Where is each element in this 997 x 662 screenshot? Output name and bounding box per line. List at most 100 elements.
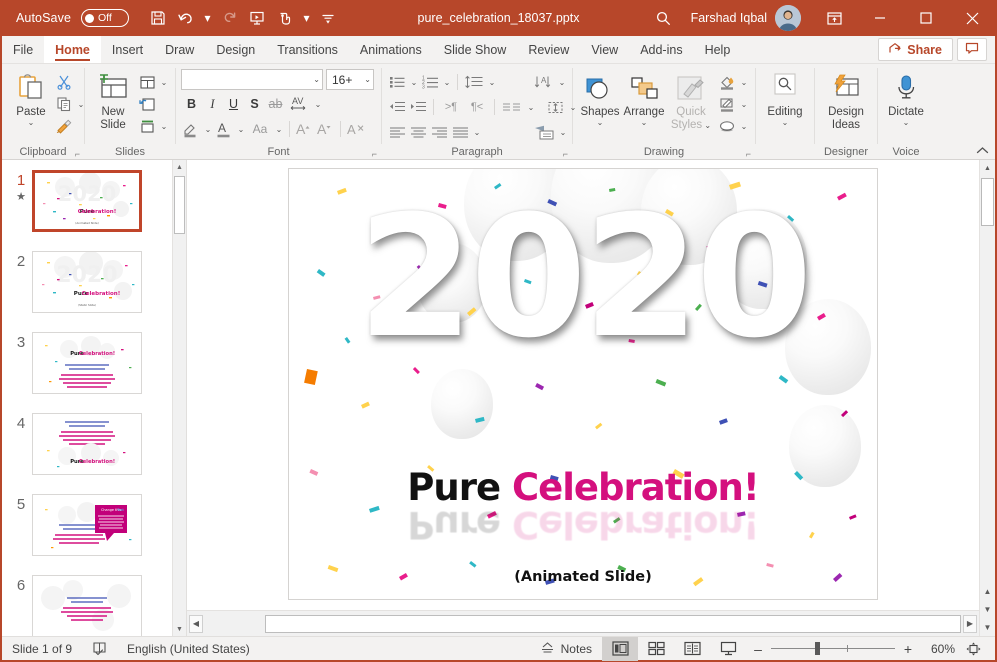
start-from-beginning-icon[interactable] xyxy=(244,6,270,30)
paragraph-dialog-launcher[interactable]: ⌐ xyxy=(563,149,568,159)
arrange-chevron-down-icon[interactable]: ⌄ xyxy=(641,119,648,127)
zoom-in-button[interactable]: + xyxy=(902,641,914,657)
quick-styles-chevron-down-icon[interactable]: ⌄ xyxy=(702,121,711,130)
format-painter-button[interactable] xyxy=(53,115,75,137)
justify-button[interactable] xyxy=(450,122,471,143)
text-shadow-button[interactable]: S xyxy=(244,94,265,115)
thumbnail-scroll-down-button[interactable]: ▼ xyxy=(173,622,186,636)
numbering-chevron-down-icon[interactable]: ⌄ xyxy=(441,71,453,93)
clipboard-dialog-launcher[interactable]: ⌐ xyxy=(75,149,80,159)
convert-to-smartart-button[interactable] xyxy=(531,122,557,143)
close-button[interactable] xyxy=(949,0,995,36)
layout-button[interactable] xyxy=(136,71,158,93)
current-slide[interactable]: 2020 Pure Celebration! Pure Celebration!… xyxy=(288,168,878,600)
font-name-chevron-down-icon[interactable]: ⌄ xyxy=(313,76,320,84)
font-size-chevron-down-icon[interactable]: ⌄ xyxy=(364,76,371,84)
horizontal-scrollbar-thumb[interactable] xyxy=(265,615,961,633)
tab-review[interactable]: Review xyxy=(517,36,580,63)
slide-sorter-view-button[interactable] xyxy=(638,637,674,661)
avatar[interactable] xyxy=(775,5,801,31)
ribbon-display-options-button[interactable] xyxy=(811,0,857,36)
layout-chevron-down-icon[interactable]: ⌄ xyxy=(158,71,170,93)
horizontal-scroll-track[interactable] xyxy=(205,615,961,633)
align-text-button[interactable] xyxy=(543,97,567,118)
change-case-button[interactable]: Aa xyxy=(247,119,273,140)
change-case-chevron-down-icon[interactable]: ⌄ xyxy=(273,118,285,140)
strikethrough-button[interactable]: ab xyxy=(265,94,286,115)
character-spacing-button[interactable]: AV xyxy=(286,94,312,115)
slide-thumbnail-6[interactable]: 6 xyxy=(2,571,172,636)
autosave-toggle[interactable]: Off xyxy=(81,9,129,27)
quick-styles-button[interactable]: Quick Styles ⌄ xyxy=(666,67,716,132)
fit-slide-to-window-button[interactable] xyxy=(962,642,989,656)
language-indicator[interactable]: English (United States) xyxy=(117,637,260,661)
thumbnail-scrollbar-thumb[interactable] xyxy=(174,176,185,234)
spellcheck-icon[interactable] xyxy=(82,637,117,661)
character-spacing-chevron-down-icon[interactable]: ⌄ xyxy=(312,93,324,115)
comments-button[interactable] xyxy=(957,38,987,61)
slide-year-text[interactable]: 2020 xyxy=(289,193,877,361)
font-dialog-launcher[interactable]: ⌐ xyxy=(372,149,377,159)
increase-font-size-button[interactable]: A xyxy=(294,119,315,140)
normal-view-button[interactable] xyxy=(602,637,638,661)
undo-icon[interactable] xyxy=(173,6,199,30)
bold-button[interactable]: B xyxy=(181,94,202,115)
shape-fill-chevron-down-icon[interactable]: ⌄ xyxy=(738,71,750,93)
font-size-combobox[interactable]: 16+ ⌄ xyxy=(326,69,374,90)
design-ideas-button[interactable]: Design Ideas xyxy=(820,67,872,132)
tab-draw[interactable]: Draw xyxy=(154,36,205,63)
tab-design[interactable]: Design xyxy=(205,36,266,63)
scroll-right-button[interactable]: ▶ xyxy=(963,615,977,633)
slide-thumbnail-5[interactable]: 5 Change this Text xyxy=(2,490,172,571)
text-highlight-color-button[interactable] xyxy=(181,119,202,140)
copy-button[interactable] xyxy=(53,93,75,115)
zoom-percentage[interactable]: 60% xyxy=(921,642,955,656)
tab-animations[interactable]: Animations xyxy=(349,36,433,63)
scroll-left-button[interactable]: ◀ xyxy=(189,615,203,633)
slide-thumbnail-4[interactable]: 4 Pure Celebration! xyxy=(2,409,172,490)
save-icon[interactable] xyxy=(145,6,171,30)
editing-button[interactable]: Editing ⌄ xyxy=(763,67,807,127)
tab-insert[interactable]: Insert xyxy=(101,36,154,63)
italic-button[interactable]: I xyxy=(202,94,223,115)
tab-file[interactable]: File xyxy=(2,36,44,63)
touch-mouse-mode-icon[interactable] xyxy=(272,6,298,30)
shapes-button[interactable]: Shapes ⌄ xyxy=(578,67,622,127)
slide-indicator[interactable]: Slide 1 of 9 xyxy=(2,637,82,661)
share-button[interactable]: Share xyxy=(878,38,953,61)
scroll-up-button[interactable]: ▲ xyxy=(980,160,995,176)
zoom-out-button[interactable]: – xyxy=(752,641,764,657)
slide-thumbnail-1[interactable]: 1 ★ 2020 Pure Celebration! (Animated Sli… xyxy=(2,166,172,247)
text-highlight-color-chevron-down-icon[interactable]: ⌄ xyxy=(202,118,214,140)
drawing-dialog-launcher[interactable]: ⌐ xyxy=(746,149,751,159)
tab-add-ins[interactable]: Add-ins xyxy=(629,36,693,63)
thumbnail-scroll-up-button[interactable]: ▲ xyxy=(173,160,186,174)
shape-effects-chevron-down-icon[interactable]: ⌄ xyxy=(738,115,750,137)
shapes-chevron-down-icon[interactable]: ⌄ xyxy=(597,119,604,127)
arrange-button[interactable]: Arrange ⌄ xyxy=(622,67,666,127)
slide-thumbnail-2[interactable]: 2 2020 Pure Celebration! (Static Slide) xyxy=(2,247,172,328)
shape-fill-button[interactable] xyxy=(716,71,738,93)
vertical-scrollbar-thumb[interactable] xyxy=(981,178,994,226)
tab-help[interactable]: Help xyxy=(694,36,742,63)
decrease-indent-button[interactable] xyxy=(387,97,408,118)
bullets-button[interactable] xyxy=(387,72,408,93)
tab-home[interactable]: Home xyxy=(44,36,101,63)
horizontal-scrollbar[interactable]: ◀ ▶ xyxy=(187,610,979,636)
align-right-button[interactable] xyxy=(429,122,450,143)
line-spacing-chevron-down-icon[interactable]: ⌄ xyxy=(486,71,498,93)
clear-formatting-button[interactable]: A xyxy=(345,119,366,140)
center-button[interactable] xyxy=(408,122,429,143)
tab-transitions[interactable]: Transitions xyxy=(266,36,349,63)
reading-view-button[interactable] xyxy=(674,637,710,661)
slide-show-button[interactable] xyxy=(710,637,746,661)
underline-button[interactable]: U xyxy=(223,94,244,115)
scroll-down-button[interactable]: ▼ xyxy=(980,618,995,636)
text-direction-button[interactable]: A xyxy=(532,72,556,93)
dictate-chevron-down-icon[interactable]: ⌄ xyxy=(903,119,910,127)
text-direction-chevron-down-icon[interactable]: ⌄ xyxy=(556,71,568,93)
ltr-button[interactable]: >¶ xyxy=(438,97,464,118)
vertical-scrollbar[interactable]: ▲ ▲ ▼ ▼ xyxy=(979,160,995,636)
zoom-slider[interactable] xyxy=(771,648,895,649)
thumbnail-scrollbar[interactable]: ▲ ▼ xyxy=(172,160,186,636)
